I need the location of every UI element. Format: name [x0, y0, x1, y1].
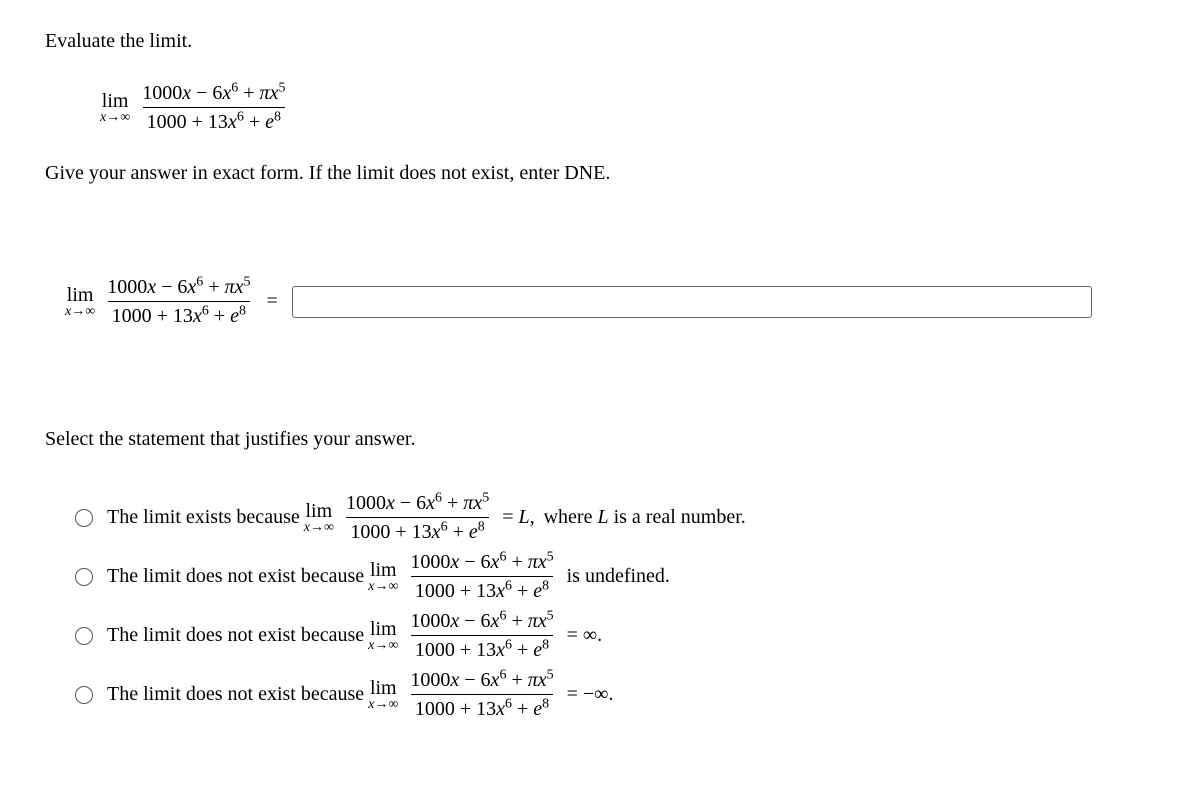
- fraction: 1000x − 6x6 + πx5 1000 + 13x6 + e8: [138, 81, 289, 134]
- radio-icon[interactable]: [75, 568, 93, 586]
- problem-prompt: Evaluate the limit.: [45, 30, 1155, 53]
- options-group: The limit exists because lim x→∞ 1000x −…: [75, 491, 1155, 721]
- option-4-text: The limit does not exist because lim x→∞…: [107, 668, 617, 721]
- lim-operator: lim x→∞: [100, 91, 130, 125]
- option-1-text: The limit exists because lim x→∞ 1000x −…: [107, 491, 750, 544]
- instruction-text: Give your answer in exact form. If the l…: [45, 162, 1155, 185]
- option-3[interactable]: The limit does not exist because lim x→∞…: [75, 609, 1155, 662]
- limit-expression: lim x→∞ 1000x − 6x6 + πx5 1000 + 13x6 + …: [100, 81, 1155, 134]
- equals-sign: =: [266, 290, 277, 313]
- option-4[interactable]: The limit does not exist because lim x→∞…: [75, 668, 1155, 721]
- select-prompt: Select the statement that justifies your…: [45, 428, 1155, 451]
- option-1[interactable]: The limit exists because lim x→∞ 1000x −…: [75, 491, 1155, 544]
- option-2[interactable]: The limit does not exist because lim x→∞…: [75, 550, 1155, 603]
- answer-row: lim x→∞ 1000x − 6x6 + πx5 1000 + 13x6 + …: [65, 275, 1155, 328]
- radio-icon[interactable]: [75, 509, 93, 527]
- answer-limit-expression: lim x→∞ 1000x − 6x6 + πx5 1000 + 13x6 + …: [65, 275, 254, 328]
- option-2-text: The limit does not exist because lim x→∞…: [107, 550, 674, 603]
- radio-icon[interactable]: [75, 627, 93, 645]
- option-3-text: The limit does not exist because lim x→∞…: [107, 609, 606, 662]
- answer-input[interactable]: [292, 286, 1092, 318]
- radio-icon[interactable]: [75, 686, 93, 704]
